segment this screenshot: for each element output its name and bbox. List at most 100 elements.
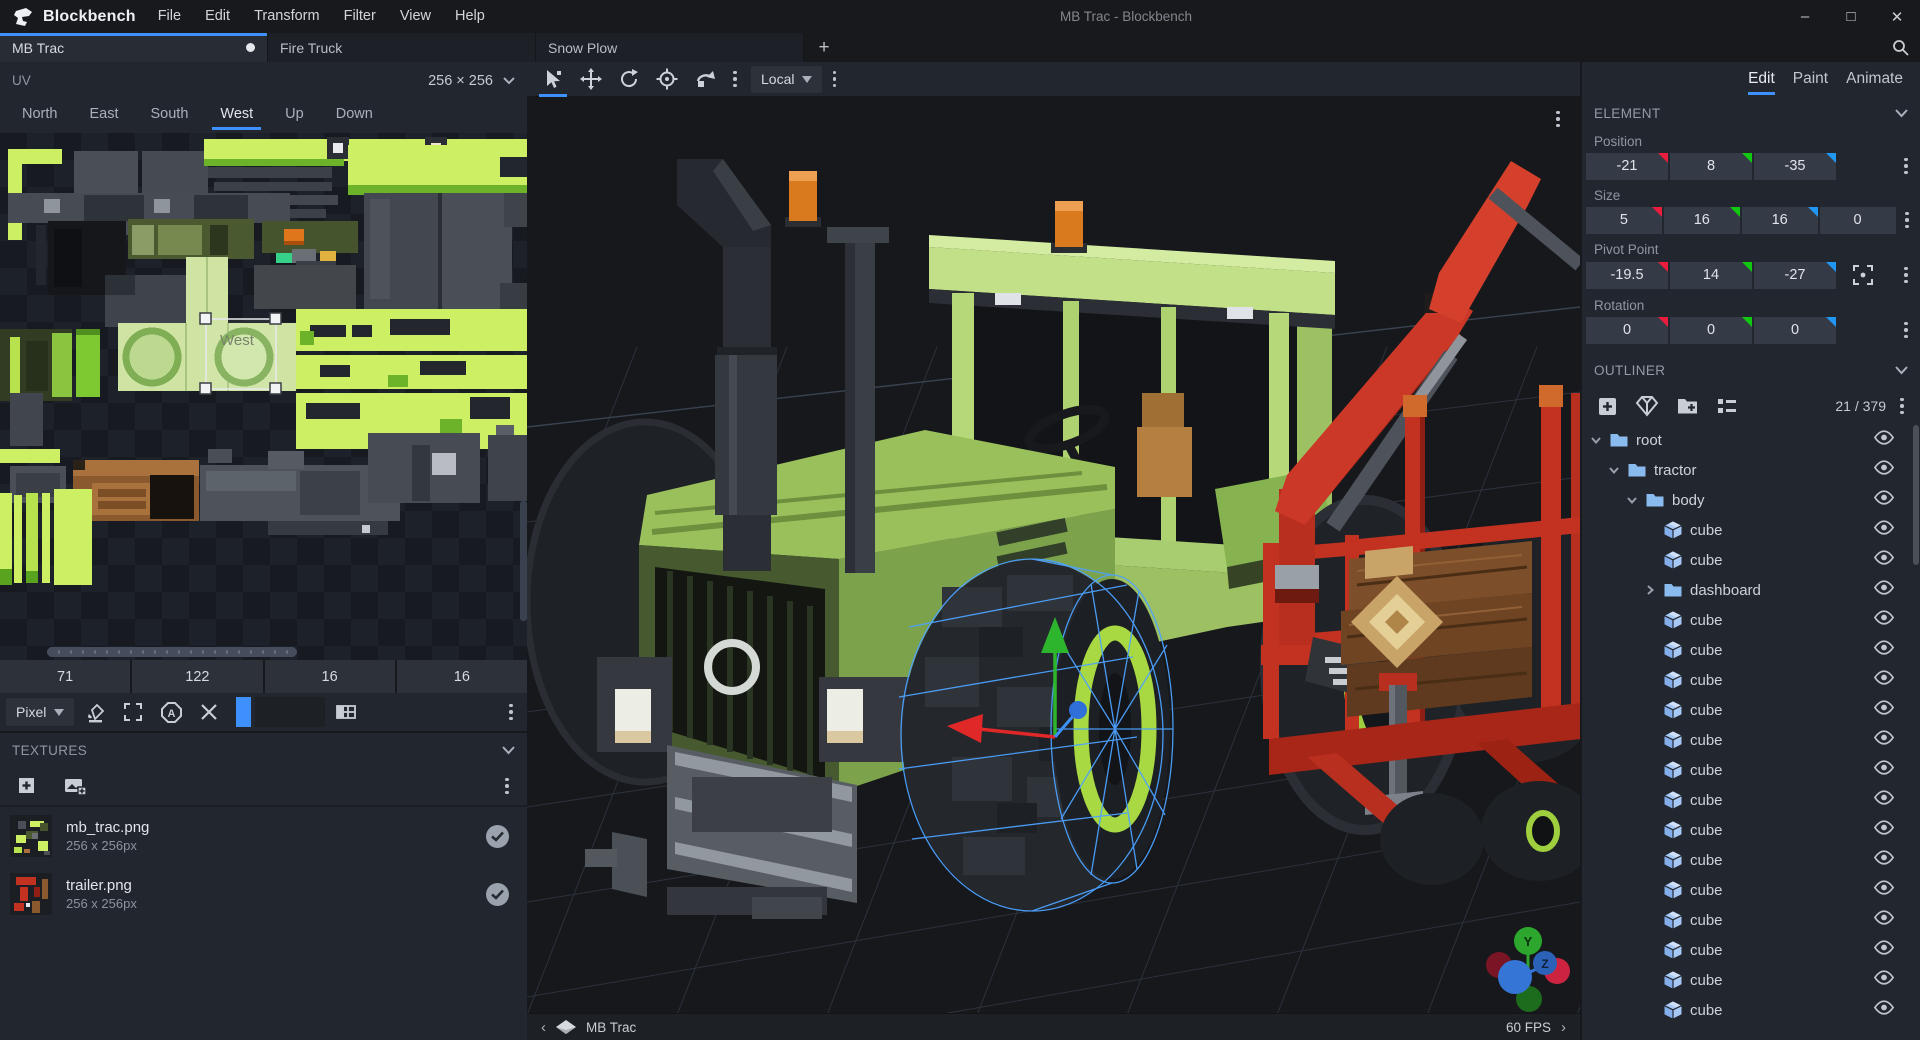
tree-chevron-icon[interactable] xyxy=(1590,434,1602,446)
visibility-eye-icon[interactable] xyxy=(1873,490,1895,510)
clear-uv-icon[interactable] xyxy=(192,697,226,727)
visibility-eye-icon[interactable] xyxy=(1873,910,1895,930)
position-z-input[interactable]: -35 xyxy=(1754,152,1836,180)
uv-field[interactable]: 122 xyxy=(132,660,263,693)
outliner-scrollbar[interactable] xyxy=(1913,425,1919,565)
tree-chevron-icon[interactable] xyxy=(1644,884,1656,896)
prev-project-icon[interactable]: ‹ xyxy=(541,1019,546,1036)
pivot-tool[interactable] xyxy=(649,62,685,97)
tree-chevron-icon[interactable] xyxy=(1644,824,1656,836)
texture-check-icon[interactable] xyxy=(486,824,509,848)
rotation-kebab-icon[interactable] xyxy=(1896,316,1916,344)
uv-selection[interactable]: West xyxy=(0,133,527,660)
outliner-row[interactable]: cube xyxy=(1582,665,1920,695)
size-z-input[interactable]: 16 xyxy=(1741,206,1818,234)
outliner-view-toggle-icon[interactable] xyxy=(1710,391,1744,421)
uv-face-tab[interactable]: Down xyxy=(328,99,381,133)
visibility-eye-icon[interactable] xyxy=(1873,790,1895,810)
minimize-button[interactable]: – xyxy=(1782,0,1828,33)
position-kebab-icon[interactable] xyxy=(1896,152,1916,180)
project-tab[interactable]: MB Trac xyxy=(0,33,268,62)
texture-item[interactable]: mb_trac.png 256 x 256px xyxy=(0,807,527,865)
outliner-row[interactable]: cube xyxy=(1582,755,1920,785)
outliner-row[interactable]: tractor xyxy=(1582,455,1920,485)
visibility-eye-icon[interactable] xyxy=(1873,610,1895,630)
project-tab[interactable]: Snow Plow xyxy=(536,33,804,62)
chevron-down-icon[interactable] xyxy=(502,745,515,755)
pivot-kebab-icon[interactable] xyxy=(1896,261,1916,289)
maximize-uv-icon[interactable] xyxy=(116,697,150,727)
visibility-eye-icon[interactable] xyxy=(1873,850,1895,870)
uv-face-tab[interactable]: Up xyxy=(277,99,312,133)
visibility-eye-icon[interactable] xyxy=(1873,880,1895,900)
menu-item[interactable]: View xyxy=(388,0,443,33)
menu-item[interactable]: File xyxy=(146,0,193,33)
transform-space-dropdown[interactable]: Local xyxy=(751,65,823,93)
mode-tab[interactable]: Edit xyxy=(1741,62,1782,97)
visibility-eye-icon[interactable] xyxy=(1873,640,1895,660)
position-x-input[interactable]: -21 xyxy=(1586,152,1668,180)
uv-field[interactable]: 16 xyxy=(264,660,395,693)
uv-resolution[interactable]: 256 × 256 xyxy=(428,73,493,89)
pivot-y-input[interactable]: 14 xyxy=(1670,261,1752,289)
outliner-row[interactable]: body xyxy=(1582,485,1920,515)
tree-chevron-icon[interactable] xyxy=(1644,764,1656,776)
tree-chevron-icon[interactable] xyxy=(1644,584,1656,596)
uv-editor-canvas[interactable]: West xyxy=(0,133,527,660)
textures-menu-kebab-icon[interactable] xyxy=(497,772,517,800)
rotation-z-input[interactable]: 0 xyxy=(1754,316,1836,344)
outliner-row[interactable]: root xyxy=(1582,425,1920,455)
outliner-row[interactable]: cube xyxy=(1582,845,1920,875)
uv-menu-kebab-icon[interactable] xyxy=(501,698,521,726)
next-project-icon[interactable]: › xyxy=(1561,1019,1566,1036)
add-cube-icon[interactable] xyxy=(1590,391,1624,421)
color-well[interactable] xyxy=(255,697,326,727)
chevron-down-icon[interactable] xyxy=(503,76,515,85)
viewport-menu-kebab-icon[interactable] xyxy=(1548,105,1568,133)
tree-chevron-icon[interactable] xyxy=(1644,704,1656,716)
color-swatch[interactable] xyxy=(236,697,252,727)
uv-layout-icon[interactable] xyxy=(329,697,363,727)
import-texture-icon[interactable] xyxy=(10,771,44,801)
center-pivot-icon[interactable] xyxy=(1846,260,1880,290)
transform-space-tool[interactable] xyxy=(687,62,723,97)
rotation-x-input[interactable]: 0 xyxy=(1586,316,1668,344)
visibility-eye-icon[interactable] xyxy=(1873,670,1895,690)
tree-chevron-icon[interactable] xyxy=(1644,614,1656,626)
visibility-eye-icon[interactable] xyxy=(1873,760,1895,780)
tree-chevron-icon[interactable] xyxy=(1644,974,1656,986)
tree-chevron-icon[interactable] xyxy=(1644,944,1656,956)
outliner-kebab-icon[interactable] xyxy=(1892,392,1912,420)
close-button[interactable]: ✕ xyxy=(1874,0,1920,33)
visibility-eye-icon[interactable] xyxy=(1873,730,1895,750)
tree-chevron-icon[interactable] xyxy=(1644,854,1656,866)
uv-field[interactable]: 71 xyxy=(0,660,131,693)
visibility-eye-icon[interactable] xyxy=(1873,430,1895,450)
tree-chevron-icon[interactable] xyxy=(1644,1004,1656,1016)
outliner-row[interactable]: dashboard xyxy=(1582,575,1920,605)
size-y-input[interactable]: 16 xyxy=(1663,206,1740,234)
tree-chevron-icon[interactable] xyxy=(1608,464,1620,476)
mode-tab[interactable]: Animate xyxy=(1839,62,1910,97)
position-y-input[interactable]: 8 xyxy=(1670,152,1752,180)
outliner-row[interactable]: cube xyxy=(1582,875,1920,905)
auto-uv-icon[interactable]: A xyxy=(154,697,188,727)
outliner-row[interactable]: cube xyxy=(1582,995,1920,1021)
outliner-row[interactable]: cube xyxy=(1582,515,1920,545)
visibility-eye-icon[interactable] xyxy=(1873,700,1895,720)
project-tab[interactable]: Fire Truck xyxy=(268,33,536,62)
new-tab-button[interactable]: + xyxy=(804,33,844,62)
tree-chevron-icon[interactable] xyxy=(1644,914,1656,926)
outliner-row[interactable]: cube xyxy=(1582,725,1920,755)
visibility-eye-icon[interactable] xyxy=(1873,550,1895,570)
texture-check-icon[interactable] xyxy=(486,882,509,906)
outliner-panel-header[interactable]: OUTLINER xyxy=(1582,354,1920,387)
pivot-z-input[interactable]: -27 xyxy=(1754,261,1836,289)
size-inflate-input[interactable]: 0 xyxy=(1819,206,1896,234)
search-icon[interactable] xyxy=(1880,33,1920,62)
outliner-row[interactable]: cube xyxy=(1582,935,1920,965)
tree-chevron-icon[interactable] xyxy=(1644,644,1656,656)
outliner-row[interactable]: cube xyxy=(1582,965,1920,995)
fill-bucket-icon[interactable] xyxy=(78,697,112,727)
menu-item[interactable]: Filter xyxy=(332,0,388,33)
